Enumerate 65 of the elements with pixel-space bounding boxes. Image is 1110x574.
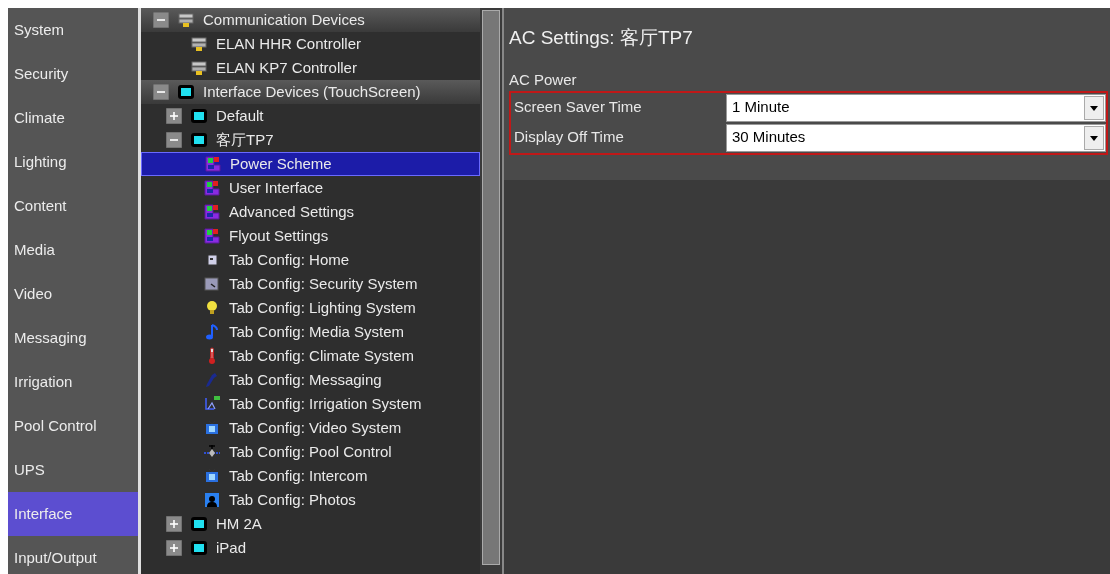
setting-label: Screen Saver Time bbox=[513, 97, 643, 118]
panel-icon bbox=[203, 203, 221, 221]
tree-item[interactable]: Tab Config: Messaging bbox=[141, 368, 480, 392]
panel-icon bbox=[203, 275, 221, 293]
monitor-icon bbox=[190, 515, 208, 533]
tree-item[interactable]: 客厅TP7 bbox=[141, 128, 480, 152]
nav-item[interactable]: Climate bbox=[8, 96, 138, 140]
tree-item[interactable]: Interface Devices (TouchScreen) bbox=[141, 80, 480, 104]
tree-item[interactable]: iPad bbox=[141, 536, 480, 560]
dropdown[interactable]: 30 Minutes bbox=[726, 123, 1106, 152]
section-label: AC Power bbox=[509, 69, 578, 90]
nav-item[interactable]: Pool Control bbox=[8, 404, 138, 448]
person-photo-icon bbox=[203, 491, 221, 509]
monitor-icon bbox=[190, 131, 208, 149]
nav-item[interactable]: UPS bbox=[8, 448, 138, 492]
tree-item[interactable]: Tab Config: Pool Control bbox=[141, 440, 480, 464]
tree-item[interactable]: Tab Config: Video System bbox=[141, 416, 480, 440]
collapse-icon[interactable] bbox=[153, 12, 169, 28]
collapse-icon[interactable] bbox=[166, 132, 182, 148]
tree-item[interactable]: Tab Config: Intercom bbox=[141, 464, 480, 488]
nav-item[interactable]: System bbox=[8, 8, 138, 52]
nav-item[interactable]: Interface bbox=[8, 492, 138, 536]
tree-item[interactable]: ELAN KP7 Controller bbox=[141, 56, 480, 80]
monitor-icon bbox=[190, 539, 208, 557]
nav-item[interactable]: Input/Output bbox=[8, 536, 138, 574]
panel-icon bbox=[203, 179, 221, 197]
monitor-icon bbox=[177, 83, 195, 101]
sprinkler-icon bbox=[203, 395, 221, 413]
tree-item[interactable]: Tab Config: Photos bbox=[141, 488, 480, 512]
nav-item[interactable]: Content bbox=[8, 184, 138, 228]
tree-item[interactable]: ELAN HHR Controller bbox=[141, 32, 480, 56]
nav-item[interactable]: Security bbox=[8, 52, 138, 96]
dropdown[interactable]: 1 Minute bbox=[726, 93, 1106, 122]
nav-item[interactable]: Lighting bbox=[8, 140, 138, 184]
tree-item[interactable]: Communication Devices bbox=[141, 8, 480, 32]
nav-item[interactable]: Media bbox=[8, 228, 138, 272]
server-icon bbox=[190, 35, 208, 53]
expand-icon[interactable] bbox=[166, 516, 182, 532]
tree-item[interactable]: HM 2A bbox=[141, 512, 480, 536]
tree-item[interactable]: User Interface bbox=[141, 176, 480, 200]
tree-item[interactable]: Tab Config: Irrigation System bbox=[141, 392, 480, 416]
panel-title: AC Settings: 客厅TP7 bbox=[509, 26, 694, 50]
scrollbar[interactable] bbox=[480, 8, 502, 574]
music-note-icon bbox=[203, 323, 221, 341]
nav-item[interactable]: Video bbox=[8, 272, 138, 316]
expand-icon[interactable] bbox=[166, 108, 182, 124]
tree-item[interactable]: Tab Config: Climate System bbox=[141, 344, 480, 368]
panel-icon bbox=[204, 155, 222, 173]
tree-item[interactable]: Advanced Settings bbox=[141, 200, 480, 224]
tree-item[interactable]: Tab Config: Security System bbox=[141, 272, 480, 296]
tree-item[interactable]: Flyout Settings bbox=[141, 224, 480, 248]
monitor-icon bbox=[190, 107, 208, 125]
tree-item[interactable]: Default bbox=[141, 104, 480, 128]
tree-item[interactable]: Tab Config: Media System bbox=[141, 320, 480, 344]
nav-item[interactable]: Irrigation bbox=[8, 360, 138, 404]
setting-label: Display Off Time bbox=[513, 127, 625, 148]
tree-item[interactable]: Tab Config: Lighting System bbox=[141, 296, 480, 320]
tree-item[interactable]: Tab Config: Home bbox=[141, 248, 480, 272]
expand-icon[interactable] bbox=[166, 540, 182, 556]
tree-item[interactable]: Power Scheme bbox=[141, 152, 480, 176]
server-icon bbox=[190, 59, 208, 77]
collapse-icon[interactable] bbox=[153, 84, 169, 100]
nav-item[interactable]: Messaging bbox=[8, 316, 138, 360]
panel-icon bbox=[203, 227, 221, 245]
server-icon bbox=[177, 11, 195, 29]
